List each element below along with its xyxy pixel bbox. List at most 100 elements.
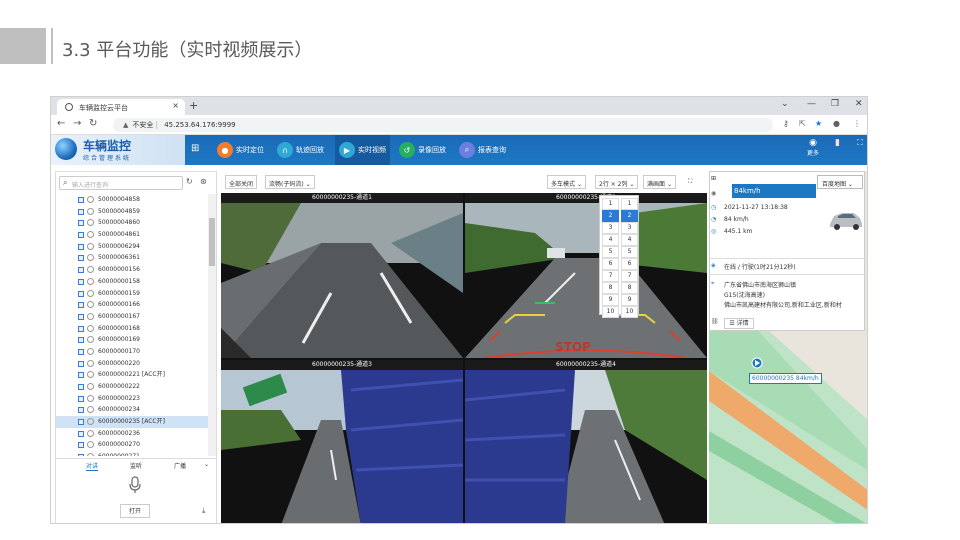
close-tab-icon[interactable]: × [172, 101, 179, 110]
fill-select[interactable]: 满画面 ⌄ [643, 175, 676, 189]
expand-checkbox[interactable] [78, 384, 84, 390]
tab-monitor[interactable]: 监听 [130, 461, 142, 470]
menu-report-query[interactable]: ⌕ 报表查询 [459, 140, 506, 160]
tree-scrollbar[interactable] [208, 194, 216, 456]
target-icon[interactable]: ⊛ [200, 177, 207, 186]
video-channel-3[interactable]: 60000000235-通道3 [221, 360, 463, 523]
vehicle-tree-item[interactable]: 60000000167 [56, 311, 208, 323]
reload-icon[interactable]: ↻ [89, 118, 97, 129]
close-window-button[interactable]: ✕ [855, 99, 863, 109]
grid-size-option[interactable]: 6 [602, 258, 619, 270]
vehicle-tree-item[interactable]: 60000000234 [56, 404, 208, 416]
microphone-icon[interactable] [128, 476, 142, 494]
expand-checkbox[interactable] [78, 419, 84, 426]
expand-checkbox[interactable] [78, 197, 84, 203]
expand-checkbox[interactable] [78, 348, 84, 355]
download-icon[interactable]: ⤓ [202, 506, 206, 516]
vehicle-tree-item[interactable]: 60000000169 [56, 334, 208, 346]
vehicle-tree-item[interactable]: 60000000271 [56, 451, 208, 456]
expand-checkbox[interactable] [78, 313, 84, 320]
share-icon[interactable]: ⇱ [799, 119, 806, 128]
menu-recording-playback[interactable]: ↺ 录像回放 [399, 140, 446, 160]
alarm-icon[interactable]: ▮ [835, 138, 840, 148]
kebab-menu-icon[interactable]: ⋮ [853, 119, 861, 128]
tab-broadcast[interactable]: 广播 [174, 461, 186, 470]
scrollbar-thumb[interactable] [209, 218, 215, 266]
expand-checkbox[interactable] [78, 430, 84, 437]
vehicle-tree-item[interactable]: 50000006294 [56, 241, 208, 253]
refresh-icon[interactable]: ↻ [186, 177, 193, 186]
expand-checkbox[interactable] [78, 360, 84, 367]
vehicle-tree-item[interactable]: 60000000166 [56, 299, 208, 311]
back-icon[interactable]: ← [57, 118, 65, 129]
expand-checkbox[interactable] [78, 290, 84, 297]
grid-size-option[interactable]: 9 [621, 294, 638, 306]
grid-size-option[interactable]: 1 [602, 198, 619, 210]
profile-icon[interactable]: ● [833, 119, 840, 128]
expand-checkbox[interactable] [78, 442, 84, 449]
chevron-down-icon[interactable]: ⌄ [781, 99, 789, 109]
video-channel-1[interactable]: 60000000235-通道1 [221, 193, 463, 358]
close-all-button[interactable]: 全部关闭 [225, 175, 258, 189]
minimize-button[interactable]: — [807, 99, 816, 109]
vehicle-tree-item[interactable]: 50000004859 [56, 206, 208, 218]
url-input[interactable]: ▲ 不安全 | 45.253.64.176:9999 [113, 118, 773, 132]
expand-checkbox[interactable] [78, 243, 84, 250]
vehicle-marker-icon[interactable] [751, 357, 763, 369]
grid-size-option[interactable]: 3 [602, 222, 619, 234]
grid-size-option[interactable]: 10 [602, 306, 619, 318]
expand-checkbox[interactable] [78, 208, 84, 215]
grid-size-option[interactable]: 7 [602, 270, 619, 282]
expand-checkbox[interactable] [78, 232, 84, 239]
stream-select[interactable]: 流畅(子码流) ⌄ [265, 175, 315, 189]
menu-realtime-video[interactable]: ▶ 实时视频 [335, 135, 390, 165]
grid-size-option[interactable]: 5 [621, 246, 638, 258]
forward-icon[interactable]: → [73, 118, 81, 129]
vehicle-tree-item[interactable]: 50000006361 [56, 252, 208, 264]
vehicle-tree-item[interactable]: 60000000168 [56, 323, 208, 335]
expand-checkbox[interactable] [78, 454, 84, 456]
tab-intercom[interactable]: 对讲 [86, 461, 99, 471]
expand-checkbox[interactable] [78, 325, 84, 332]
expand-checkbox[interactable] [78, 395, 84, 402]
expand-checkbox[interactable] [78, 302, 84, 309]
grid-size-option[interactable]: 1 [621, 198, 638, 210]
vehicle-tree-item[interactable]: 50000004860 [56, 217, 208, 229]
menu-realtime-location[interactable]: ● 实时定位 [217, 140, 264, 160]
vehicle-tree-item[interactable]: 60000000170 [56, 346, 208, 358]
expand-checkbox[interactable] [78, 267, 84, 274]
search-input[interactable]: ⌕ 输入进行查询 [59, 176, 183, 190]
grid-size-option[interactable]: 2 [602, 210, 619, 222]
apps-grid-icon[interactable]: ⊞ [191, 143, 199, 154]
expand-checkbox[interactable] [78, 407, 84, 414]
menu-track-playback[interactable]: ∩ 轨迹回放 [277, 140, 324, 160]
grid-icon[interactable]: ⊞ [711, 175, 716, 182]
chevron-down-icon[interactable]: ⌄ [204, 461, 209, 468]
vehicle-tree-item[interactable]: 60000000270 [56, 439, 208, 451]
video-channel-4[interactable]: 60000000235-通道4 [465, 360, 707, 523]
grid-size-option[interactable]: 8 [621, 282, 638, 294]
vehicle-tree-item[interactable]: 50000004858 [56, 194, 208, 206]
grid-size-option[interactable]: 2 [621, 210, 638, 222]
key-icon[interactable]: ⚷ [783, 119, 789, 128]
vehicle-tree-item[interactable]: 50000004861 [56, 229, 208, 241]
star-icon[interactable]: ★ [815, 119, 822, 128]
grid-size-option[interactable]: 4 [621, 234, 638, 246]
grid-size-option[interactable]: 8 [602, 282, 619, 294]
detail-button[interactable]: ☰ 详情 [724, 318, 754, 329]
expand-checkbox[interactable] [78, 255, 84, 262]
fullscreen-icon[interactable]: ⛶ [685, 175, 696, 189]
video-channel-2[interactable]: 60000000235-通道2 STOP [465, 193, 707, 358]
vehicle-tree-item[interactable]: 60000000159 [56, 288, 208, 300]
grid-size-option[interactable]: 6 [621, 258, 638, 270]
grid-size-option[interactable]: 5 [602, 246, 619, 258]
grid-size-option[interactable]: 9 [602, 294, 619, 306]
open-button[interactable]: 打开 [120, 504, 150, 518]
vehicle-tree-item[interactable]: 60000000221 [ACC开] [56, 369, 208, 381]
more-button[interactable]: ◉ 更多 [807, 138, 819, 157]
maximize-button[interactable]: ❐ [831, 99, 839, 109]
vehicle-tree-item[interactable]: 60000000235 [ACC开] [56, 416, 208, 428]
map-type-select[interactable]: 百度地图 ⌄ [817, 175, 863, 189]
vehicle-tree-item[interactable]: 60000000158 [56, 276, 208, 288]
layout-select[interactable]: 2行 × 2列 ⌄ [595, 175, 639, 189]
